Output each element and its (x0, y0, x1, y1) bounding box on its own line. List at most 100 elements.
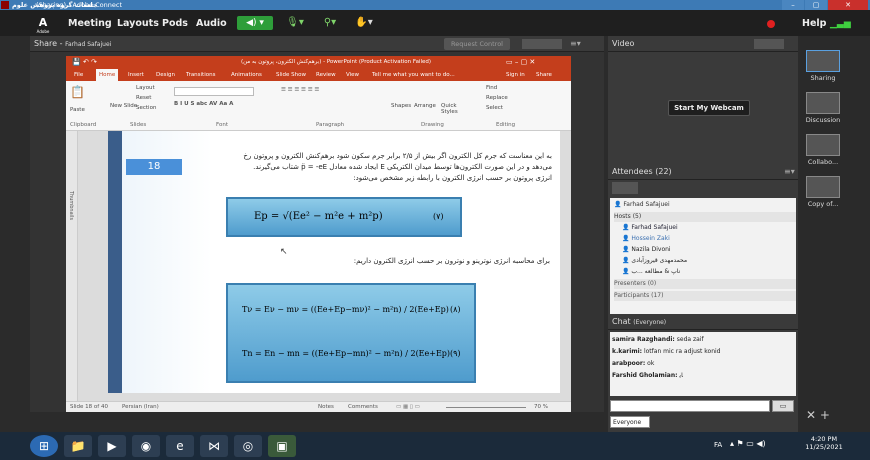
arrange-button[interactable]: Arrange (414, 103, 436, 109)
chat-messages: samira Razghandi: seda zaif k.karimi: lo… (610, 332, 796, 396)
pod-menu-icon[interactable]: ≡▾ (570, 36, 581, 52)
minimize-button[interactable]: – (782, 0, 804, 10)
chat-send-icon[interactable]: ▭ (772, 400, 794, 412)
tab-slideshow[interactable]: Slide Show (276, 69, 306, 81)
layout-copy[interactable]: Copy of... (804, 176, 842, 208)
signin-link[interactable]: Sign in (506, 69, 525, 81)
slide-text-2: برای محاسبه انرژی نوترینو و نوترون بر حس… (353, 257, 550, 265)
attendee-row[interactable]: 👤 محمدمهدی قیروزآبادی (614, 256, 796, 266)
section-button[interactable]: Section (136, 105, 156, 111)
zoom-slider[interactable] (446, 407, 526, 408)
equation-9: Tn = En − mn = ((Ee+Ep−mn)² − m²n) / 2(E… (242, 349, 451, 358)
tab-animations[interactable]: Animations (231, 69, 262, 81)
notes-button[interactable]: Notes (318, 402, 334, 413)
participants-group-header[interactable]: Participants (17) (614, 291, 796, 301)
tray-icons[interactable]: ▴ ⚑ ▭ ◀) (730, 439, 766, 448)
select-button[interactable]: Select (486, 105, 503, 111)
attendee-row[interactable]: 👤 Hossein Zaki (614, 234, 796, 244)
tab-insert[interactable]: Insert (128, 69, 144, 81)
new-slide-button[interactable]: New Slide (110, 103, 137, 109)
chat-message: arabpoor: ok (612, 360, 655, 367)
hosts-group-header[interactable]: Hosts (5) (614, 212, 796, 222)
thumbnails-pane[interactable]: Thumbnails (66, 131, 78, 401)
app-icon-bowtie[interactable]: ⋈ (200, 435, 228, 457)
start-button[interactable]: ⊞ (30, 435, 58, 457)
view-buttons[interactable]: ▭ ▦ ▯ ▭ (396, 402, 420, 413)
record-icon[interactable] (767, 20, 775, 28)
find-button[interactable]: Find (486, 85, 497, 91)
group-drawing: Drawing (421, 122, 444, 128)
attendees-title: Attendees (612, 167, 653, 176)
group-editing: Editing (496, 122, 516, 128)
font-name-box[interactable] (174, 87, 254, 96)
webcam-status-icon[interactable]: ⚲▾ (316, 16, 344, 30)
layout-sharing[interactable]: Sharing (804, 50, 842, 82)
microphone-icon[interactable]: 🎙▾ (280, 16, 310, 30)
layout-collaboration[interactable]: Collabo... (804, 134, 842, 166)
raise-hand-icon[interactable]: ✋▾ (350, 16, 378, 30)
attendee-row[interactable]: 👤 Nazila Divoni (614, 245, 796, 255)
attendee-row[interactable]: 👤 Farhad Safajuei (614, 223, 796, 233)
slide-editor: 18 به این معناست که جرم کل الکترون اگر ب… (78, 131, 571, 401)
explorer-icon[interactable]: 📁 (64, 435, 92, 457)
equation-7: Ep = √(Ee² − m²e + m²p) (254, 211, 383, 222)
firefox-icon[interactable]: ◉ (132, 435, 160, 457)
comments-button[interactable]: Comments (348, 402, 378, 413)
request-control-button[interactable]: Request Control (444, 38, 510, 50)
share-view-icons[interactable] (522, 39, 562, 49)
replace-button[interactable]: Replace (486, 95, 508, 101)
paste-button[interactable]: Paste (70, 107, 85, 113)
menu-audio[interactable]: Audio (196, 18, 227, 29)
tab-transitions[interactable]: Transitions (186, 69, 215, 81)
menu-layouts[interactable]: Layouts (117, 18, 159, 29)
attendees-menu-icon[interactable]: ≡▾ (784, 164, 795, 180)
attendee-view-toggle[interactable] (612, 182, 638, 194)
equation-7-number: (۷) (433, 212, 444, 221)
paste-icon[interactable]: 📋 (70, 85, 85, 99)
attendees-pod: Attendees (22) ≡▾ 👤 Farhad Safajuei Hosts… (608, 164, 798, 314)
tab-view[interactable]: View (346, 69, 359, 81)
ppt-quickaccess-icons[interactable]: 💾 ↶ ↷ (72, 56, 97, 69)
maximize-button[interactable]: ▢ (805, 0, 827, 10)
quick-styles-button[interactable]: Quick Styles (441, 103, 463, 115)
chat-recipient-select[interactable]: Everyone (610, 416, 650, 428)
group-clipboard: Clipboard (70, 122, 97, 128)
tab-review[interactable]: Review (316, 69, 336, 81)
clock[interactable]: 4:20 PM 11/25/2021 (804, 435, 844, 451)
attendee-row[interactable]: 👤 ناپ & مطالعه ...ب (614, 267, 796, 277)
tell-me-box[interactable]: Tell me what you want to do... (372, 69, 455, 81)
slide[interactable]: 18 به این معناست که جرم کل الکترون اگر ب… (108, 131, 560, 393)
menu-meeting[interactable]: Meeting (68, 18, 112, 29)
paragraph-buttons[interactable]: ☰ ☰ ☰ ☰ ☰ ☰ (281, 87, 319, 93)
font-format-buttons[interactable]: B I U S abc AV Aa A (174, 101, 233, 107)
video-view-icons[interactable] (754, 39, 784, 49)
presenters-group-header[interactable]: Presenters (0) (614, 279, 796, 289)
media-player-icon[interactable]: ▶ (98, 435, 126, 457)
reset-button[interactable]: Reset (136, 95, 151, 101)
shapes-button[interactable]: Shapes (391, 103, 411, 109)
language-indicator-taskbar[interactable]: FA (714, 441, 722, 449)
start-webcam-button[interactable]: Start My Webcam (668, 100, 750, 116)
close-button[interactable]: ✕ (828, 0, 868, 10)
tab-home[interactable]: Home (96, 69, 119, 81)
adobe-logo: A Adobe (36, 16, 50, 34)
ppt-share-button[interactable]: Share (536, 69, 552, 81)
adobe-connect-taskbar-icon[interactable]: ▣ (268, 435, 296, 457)
layout-discussion[interactable]: Discussion (804, 92, 842, 124)
add-layout-icon[interactable]: ✕ + (806, 408, 830, 422)
tab-design[interactable]: Design (156, 69, 175, 81)
chrome-icon[interactable]: ◎ (234, 435, 262, 457)
equation-7-box: Ep = √(Ee² − m²e + m²p) (۷) (226, 197, 462, 237)
ppt-ribbon: 📋 Paste New Slide Layout Reset Section B… (66, 81, 571, 131)
chat-input[interactable] (610, 400, 770, 412)
menu-help[interactable]: Help (802, 18, 826, 29)
speaker-icon[interactable]: ◀) ▾ (237, 16, 273, 30)
slide-counter: Slide 18 of 40 (70, 404, 108, 410)
tab-file[interactable]: File (74, 69, 83, 81)
ie-icon[interactable]: e (166, 435, 194, 457)
menu-pods[interactable]: Pods (162, 18, 188, 29)
layout-button[interactable]: Layout (136, 85, 155, 91)
host-self-row[interactable]: 👤 Farhad Safajuei (614, 200, 796, 210)
ppt-window-controls[interactable]: ▭ – ▢ ✕ (506, 56, 535, 69)
share-pod-header: Share - Farhad Safajuei Request Control … (30, 36, 604, 52)
